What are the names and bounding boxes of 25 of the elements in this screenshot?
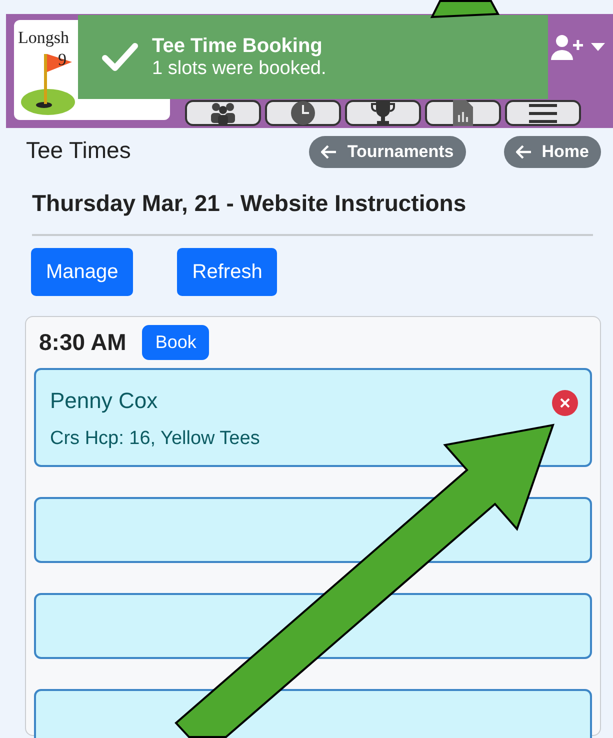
remove-icon[interactable] — [552, 390, 578, 416]
back-button[interactable]: Home — [504, 136, 601, 168]
back-button[interactable]: Tournaments — [309, 136, 466, 168]
caret-icon[interactable] — [591, 42, 605, 52]
check-icon — [102, 43, 138, 71]
left-arrow-icon — [321, 144, 338, 159]
tee-time: 8:30 AM — [39, 328, 126, 358]
left-arrow-icon — [516, 144, 532, 159]
menu-icon[interactable] — [505, 100, 581, 126]
report-icon[interactable] — [425, 100, 501, 126]
page-heading: Thursday Mar, 21 - Website Instructions — [32, 188, 468, 218]
trophy-icon[interactable] — [345, 100, 421, 126]
player-details: Crs Hcp: 16, Yellow Tees — [50, 427, 261, 451]
logo-text: Longsh — [18, 28, 69, 47]
toast-title: Tee Time Booking — [152, 34, 324, 58]
book-button[interactable]: Book — [142, 325, 210, 360]
action-button[interactable]: Refresh — [177, 248, 278, 296]
clock-icon[interactable] — [265, 100, 341, 126]
members-icon[interactable] — [185, 100, 261, 126]
toast-message: 1 slots were booked. — [152, 58, 326, 80]
annotation-arrow — [430, 0, 500, 18]
add-user-icon[interactable] — [551, 34, 583, 60]
action-button[interactable]: Manage — [31, 248, 134, 296]
player-name: Penny Cox — [50, 387, 158, 415]
page-title: Tee Times — [26, 136, 131, 164]
